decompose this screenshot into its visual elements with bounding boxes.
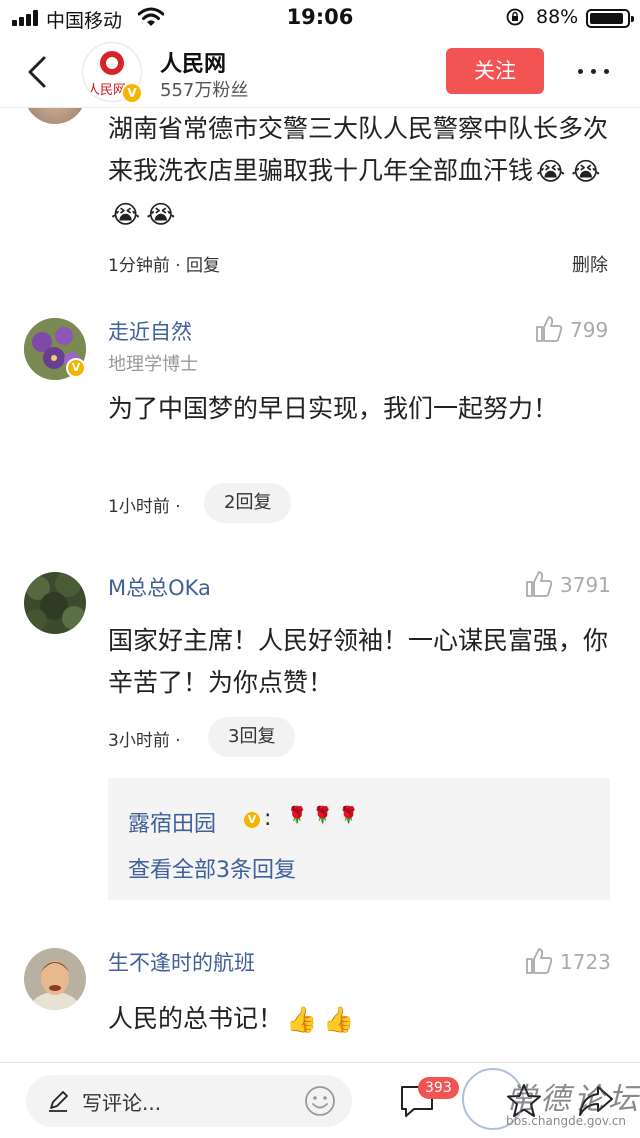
like-count: 799: [570, 318, 609, 342]
like-button[interactable]: 799: [534, 314, 624, 344]
comment-time-reply[interactable]: 1分钟前 · 回复: [108, 251, 220, 276]
back-icon[interactable]: [20, 50, 56, 94]
watermark-url: bbs.changde.gov.cn: [506, 1114, 627, 1128]
orientation-lock-icon: [506, 8, 524, 26]
user-title: 地理学博士: [108, 354, 198, 375]
comment-text: 人民的总书记！ 👍 👍: [108, 998, 612, 1041]
comment-text: 国家好主席！人民好领袖！一心谋民富强，你辛苦了！为你点赞！: [108, 626, 609, 697]
avatar[interactable]: [24, 572, 86, 634]
username[interactable]: M总总OKa: [108, 572, 211, 602]
username[interactable]: 生不逢时的航班: [108, 947, 255, 977]
battery-percentage: 88%: [536, 6, 579, 28]
reply-username[interactable]: 露宿田园: [128, 806, 216, 838]
comment-count-badge: 393: [418, 1077, 459, 1099]
reply-count-button[interactable]: 2回复: [204, 483, 292, 523]
verified-badge-icon: V: [242, 810, 262, 830]
rose-emoji-icon: 🌹: [287, 805, 307, 824]
crying-emoji-icon: 😭: [111, 200, 141, 229]
thumbs-up-emoji-icon: 👍: [286, 1005, 318, 1034]
comment-text: 为了中国梦的早日实现，我们一起努力！: [108, 394, 559, 423]
reply-preview-box[interactable]: 露宿田园 V : 🌹 🌹 🌹 查看全部3条回复: [108, 778, 610, 900]
rose-emoji-icon: 🌹: [312, 805, 333, 824]
thumbs-up-icon: [526, 571, 553, 597]
watermark-name: 常德论坛: [506, 1082, 640, 1117]
like-button[interactable]: 3791: [524, 569, 614, 599]
more-icon[interactable]: [574, 56, 614, 86]
username[interactable]: 走近自然: [108, 316, 192, 346]
comment-input-placeholder: 写评论...: [82, 1091, 162, 1115]
avatar[interactable]: [24, 948, 86, 1010]
crying-emoji-icon: 😭: [571, 157, 601, 186]
comment-time: 1小时前 ·: [108, 497, 181, 517]
comment-body: 湖南省常德市交警三大队人民警察中队长多次来我洗衣店里骗取我十几年全部血汗钱: [108, 114, 609, 185]
comment-meta: 1小时前 · 2回复: [108, 483, 408, 523]
battery-icon: [586, 9, 634, 28]
thumbs-up-icon: [526, 948, 553, 974]
rose-emoji-icon: 🌹: [338, 805, 359, 824]
header-bar: 人民网 people V 人民网 557万粉丝 关注: [0, 36, 640, 108]
comment-meta: 3小时前 · 3回复: [108, 717, 408, 757]
follow-button[interactable]: 关注: [446, 48, 544, 94]
crying-emoji-icon: 😭: [146, 200, 176, 229]
verified-badge-icon: V: [66, 358, 86, 378]
emoji-icon[interactable]: [304, 1085, 336, 1117]
delete-link[interactable]: 删除: [572, 251, 608, 277]
like-count: 3791: [560, 573, 611, 597]
follower-count: 557万粉丝: [160, 80, 249, 101]
comment-input[interactable]: 写评论...: [26, 1075, 352, 1127]
forum-watermark: 常德论坛 bbs.changde.gov.cn: [460, 1066, 640, 1136]
thumbs-up-icon: [536, 316, 563, 342]
comment-text: 湖南省常德市交警三大队人民警察中队长多次来我洗衣店里骗取我十几年全部血汗钱 😭 😭😭…: [108, 108, 612, 236]
like-count: 1723: [560, 950, 611, 974]
reply-colon: :: [264, 806, 272, 831]
comment-time: 3小时前 ·: [108, 731, 181, 751]
reply-count-button[interactable]: 3回复: [208, 717, 296, 757]
comment-body: 人民的总书记！: [108, 1004, 284, 1033]
logo-swirl-icon: [100, 51, 124, 75]
reply-text: 🌹 🌹 🌹: [284, 804, 404, 838]
verified-badge-icon: V: [121, 82, 143, 104]
view-all-replies-link[interactable]: 查看全部3条回复: [128, 852, 296, 884]
publisher-name[interactable]: 人民网: [160, 46, 226, 78]
pen-icon: [49, 1091, 68, 1112]
crying-emoji-icon: 😭: [536, 157, 566, 186]
status-bar: 中国移动 19:06 88%: [0, 0, 640, 36]
like-button[interactable]: 1723: [524, 946, 614, 976]
thumbs-up-emoji-icon: 👍: [323, 1005, 355, 1034]
